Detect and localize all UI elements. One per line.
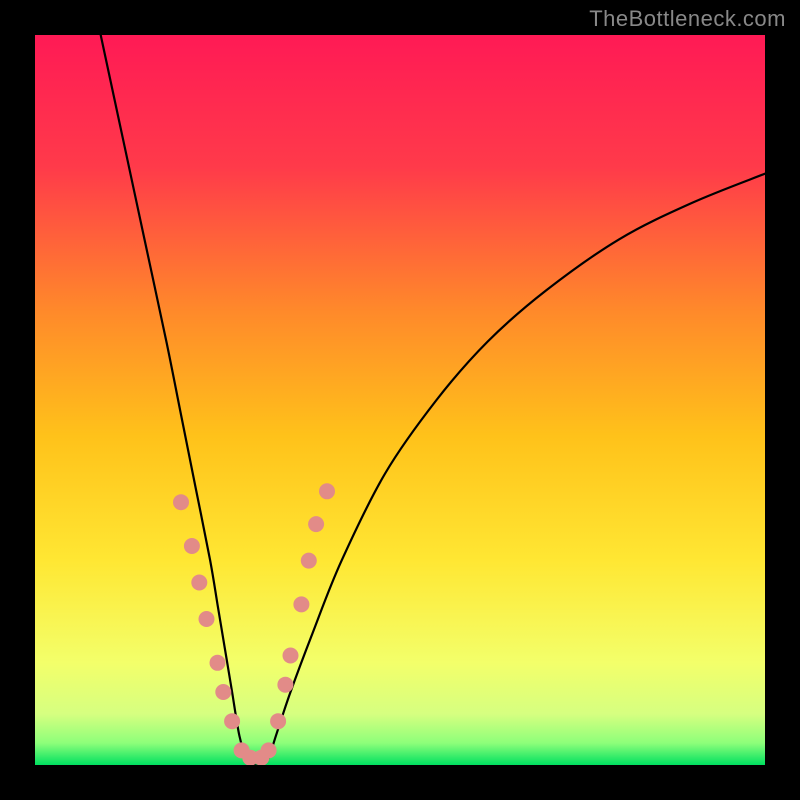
marker-dots <box>173 483 335 765</box>
marker-dot <box>210 655 226 671</box>
marker-dot <box>261 742 277 758</box>
marker-dot <box>191 575 207 591</box>
watermark-text: TheBottleneck.com <box>589 6 786 32</box>
marker-dot <box>308 516 324 532</box>
marker-dot <box>283 648 299 664</box>
marker-dot <box>293 596 309 612</box>
marker-dot <box>277 677 293 693</box>
marker-dot <box>301 553 317 569</box>
plot-area <box>35 35 765 765</box>
marker-dot <box>199 611 215 627</box>
marker-dot <box>319 483 335 499</box>
marker-dot <box>173 494 189 510</box>
marker-dot <box>270 713 286 729</box>
marker-dot <box>224 713 240 729</box>
marker-dot <box>184 538 200 554</box>
marker-dot <box>215 684 231 700</box>
chart-frame: TheBottleneck.com <box>0 0 800 800</box>
bottleneck-curve <box>35 35 765 765</box>
curve-path <box>101 35 765 765</box>
